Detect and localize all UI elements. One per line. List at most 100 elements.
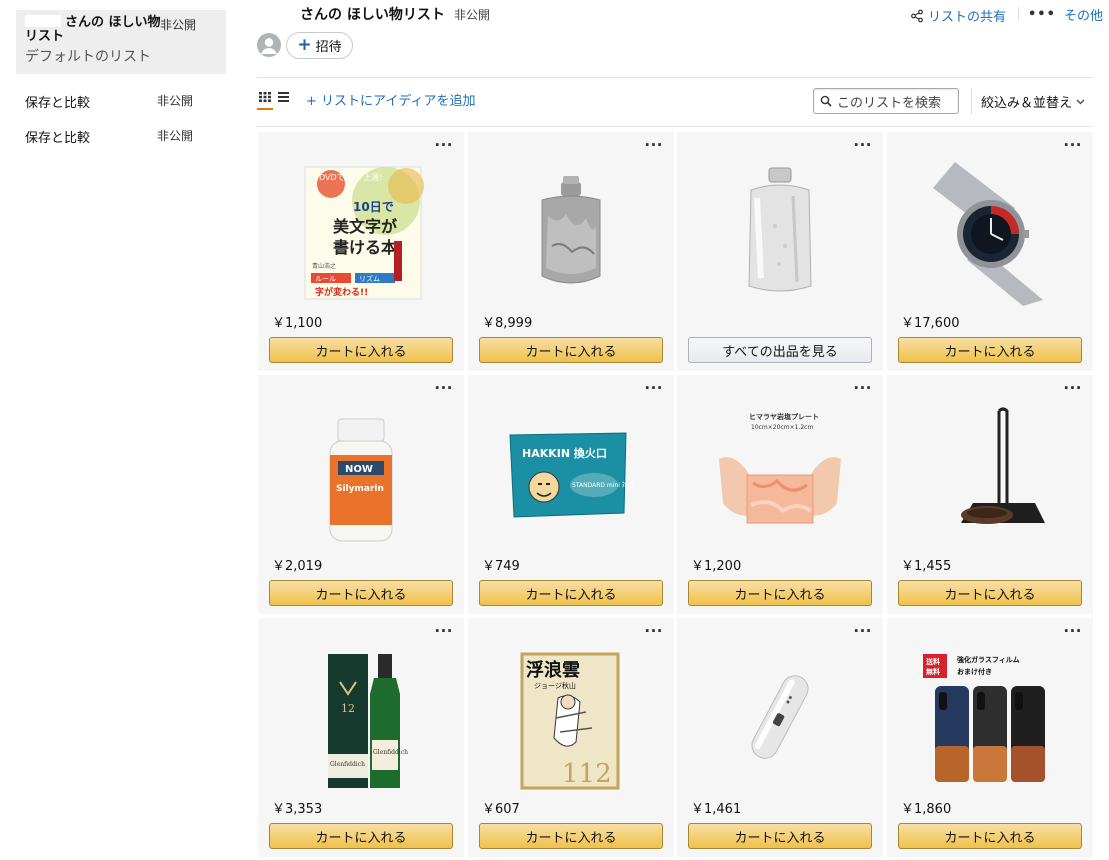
svg-text:おまけ付き: おまけ付き [957,667,992,676]
filter-sort-dropdown[interactable]: 絞込み＆並替え [981,92,1085,111]
svg-text:青山浩之: 青山浩之 [312,262,336,270]
product-price: ￥8,999 [482,316,533,331]
product-image[interactable]: 12 Glenfiddich Glenfiddich [286,642,436,792]
product-price: ￥1,860 [901,802,952,817]
svg-text:Glenfiddich: Glenfiddich [330,761,365,768]
pewter-flask-image [541,176,601,284]
product-price: ￥17,600 [901,316,960,331]
sidebar-item-privacy: 非公開 [157,94,194,108]
product-image[interactable]: 送料 無料 強化ガラスフィルム おまけ付き [915,642,1065,792]
grid-view-icon[interactable] [259,92,271,102]
sidebar-item-label: 保存と比較 [25,96,91,111]
product-card[interactable]: ··· ￥1,455 カートに入れる [887,375,1093,614]
item-menu-icon[interactable]: ··· [644,381,663,396]
salt-plate-image: ヒマラヤ岩塩プレート 10cm×20cm×1.2cm [719,412,841,524]
sidebar-list-title: さんの ほしい物リスト [25,15,161,44]
see-all-offers-button[interactable]: すべての出品を見る [688,337,872,363]
add-to-cart-button[interactable]: カートに入れる [269,337,453,363]
share-list-link[interactable]: リストの共有 [910,6,1006,25]
add-to-cart-button[interactable]: カートに入れる [269,823,453,849]
svg-text:10cm×20cm×1.2cm: 10cm×20cm×1.2cm [751,424,813,431]
product-image[interactable] [496,156,646,306]
sidebar-current-list[interactable]: さんの ほしい物リスト 非公開 デフォルトのリスト [16,10,226,74]
search-input[interactable]: このリストを検索 [813,88,959,114]
product-card[interactable]: ··· ￥1,461 カートに入れる [677,618,883,857]
item-menu-icon[interactable]: ··· [434,624,453,639]
product-image[interactable]: DVDで すぐ上達! 10日で 美文字が 書ける本 青山浩之 ルール リズム 字… [286,156,436,306]
product-image[interactable]: NOW Silymarin [286,399,436,549]
item-menu-icon[interactable]: ··· [434,138,453,153]
product-price: ￥1,100 [272,316,323,331]
product-card[interactable]: ··· NOW Silymarin ￥2,019 カートに入れる [258,375,464,614]
product-price: ￥2,019 [272,559,323,574]
svg-text:12: 12 [341,702,355,715]
silver-flask-image [748,167,812,292]
product-card[interactable]: ··· すべての出品を見る [677,132,883,371]
item-menu-icon[interactable]: ··· [1063,381,1082,396]
svg-text:ヒマラヤ岩塩プレート: ヒマラヤ岩塩プレート [749,412,819,421]
item-menu-icon[interactable]: ··· [644,624,663,639]
svg-text:強化ガラスフィルム: 強化ガラスフィルム [957,655,1020,664]
add-idea-link[interactable]: + リストにアイディアを追加 [306,90,475,109]
add-to-cart-button[interactable]: カートに入れる [688,823,872,849]
product-image[interactable] [915,156,1065,306]
page-title: さんの ほしい物リスト [300,7,445,23]
add-to-cart-button[interactable]: カートに入れる [898,823,1082,849]
svg-text:Silymarin: Silymarin [336,484,384,494]
add-to-cart-button[interactable]: カートに入れる [898,337,1082,363]
header-divider [1018,7,1019,21]
svg-text:送料: 送料 [925,657,940,666]
product-image[interactable] [705,156,855,306]
search-placeholder: このリストを検索 [837,95,942,111]
svg-text:HAKKIN 換火口: HAKKIN 換火口 [522,446,607,460]
item-menu-icon[interactable]: ··· [434,381,453,396]
product-card[interactable]: ··· DVDで すぐ上達! 10日で 美文字が 書ける本 青山浩之 ルール リ… [258,132,464,371]
sidebar-item-save-compare-2[interactable]: 保存と比較 非公開 [25,127,205,147]
product-image[interactable]: 浮浪雲 ジョージ秋山 112 [496,642,646,792]
invite-button[interactable]: + 招待 [286,32,353,59]
more-dots-icon: ••• [1028,7,1056,22]
sidebar-item-label: 保存と比較 [25,131,91,146]
item-menu-icon[interactable]: ··· [853,381,872,396]
product-image[interactable] [705,642,855,792]
product-card[interactable]: ··· ヒマラヤ岩塩プレート 10cm×20cm×1.2cm ￥1,200 カー… [677,375,883,614]
svg-text:NOW: NOW [345,464,373,475]
divider [257,126,1093,127]
item-menu-icon[interactable]: ··· [1063,624,1082,639]
add-to-cart-button[interactable]: カートに入れる [898,580,1082,606]
add-to-cart-button[interactable]: カートに入れる [269,580,453,606]
share-icon [911,9,923,22]
more-options-link[interactable]: ••• その他 [1028,5,1103,24]
svg-text:ジョージ秋山: ジョージ秋山 [534,681,576,690]
add-to-cart-button[interactable]: カートに入れる [479,580,663,606]
product-card[interactable]: ··· ￥8,999 カートに入れる [468,132,674,371]
add-to-cart-button[interactable]: カートに入れる [479,823,663,849]
product-card[interactable]: ··· 12 Glenfiddich Glenfiddich ￥3,353 カー… [258,618,464,857]
whisky-bottle-image: 12 Glenfiddich Glenfiddich [328,654,408,788]
product-price: ￥749 [482,559,520,574]
svg-text:DVDで すぐ上達!: DVDで すぐ上達! [319,172,382,182]
product-image[interactable]: HAKKIN 換火口 STANDARD mini 対応 [496,399,646,549]
add-to-cart-button[interactable]: カートに入れる [479,337,663,363]
product-card[interactable]: ··· HAKKIN 換火口 STANDARD mini 対応 ￥749 カート… [468,375,674,614]
item-menu-icon[interactable]: ··· [853,624,872,639]
add-to-cart-button[interactable]: カートに入れる [688,580,872,606]
product-image[interactable] [915,399,1065,549]
hakkin-box-image: HAKKIN 換火口 STANDARD mini 対応 [509,432,634,518]
sidebar-list-privacy: 非公開 [159,18,196,32]
svg-text:STANDARD mini 対応: STANDARD mini 対応 [572,481,634,489]
item-menu-icon[interactable]: ··· [853,138,872,153]
list-view-icon[interactable] [278,92,289,102]
product-card[interactable]: ··· 浮浪雲 ジョージ秋山 112 ￥607 カートに入れる [468,618,674,857]
sidebar-item-save-compare-1[interactable]: 保存と比較 非公開 [25,92,205,112]
product-card[interactable]: ··· 送料 無料 強化ガラスフィルム おまけ付き ￥1,860 カートに入れる [887,618,1093,857]
item-menu-icon[interactable]: ··· [644,138,663,153]
product-card[interactable]: ··· ￥17,600 カートに入れる [887,132,1093,371]
avatar[interactable] [257,33,281,57]
plus-icon: + [297,35,312,55]
svg-text:Glenfiddich: Glenfiddich [373,749,408,756]
product-image[interactable]: ヒマラヤ岩塩プレート 10cm×20cm×1.2cm [705,399,855,549]
search-icon [820,95,832,107]
sidebar-list-subtitle: デフォルトのリスト [25,49,151,65]
item-menu-icon[interactable]: ··· [1063,138,1082,153]
